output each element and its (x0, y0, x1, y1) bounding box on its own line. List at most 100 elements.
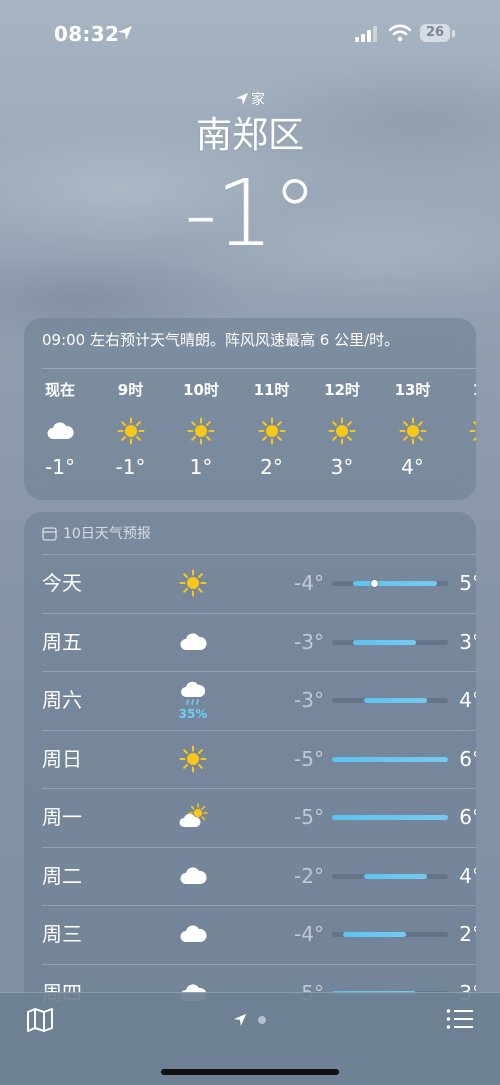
low-temp: -4° (294, 571, 324, 595)
row-divider (42, 846, 476, 848)
temp-range-fill (363, 873, 427, 879)
temp-range-track (332, 815, 448, 820)
current-temp-dot (370, 580, 378, 587)
cellular-signal-icon (355, 26, 377, 42)
home-indicator (161, 1069, 339, 1075)
row-divider (42, 554, 476, 555)
temp-range-fill (332, 815, 448, 820)
sun-icon (162, 730, 224, 788)
temp-range-fill (363, 698, 427, 703)
location-arrow-icon (118, 26, 132, 40)
hourly-item: 9时 -1° (101, 380, 161, 480)
hourly-list[interactable]: 现在 -1°9时 -1°10时 1°11时 2°12时 3°13时 4°14 5 (24, 380, 476, 490)
day-label: 今天 (42, 571, 82, 595)
hour-label: 12时 (324, 381, 360, 399)
hourly-item: 现在 -1° (30, 380, 90, 480)
calendar-icon (42, 527, 57, 541)
daily-row[interactable]: 周六 35% -3° 4° (42, 671, 476, 729)
high-temp: 6° (459, 805, 476, 829)
hourly-item: 11时 2° (242, 380, 302, 480)
daily-row[interactable]: 周日 -5° 6° (42, 729, 476, 788)
day-label: 周日 (42, 746, 82, 771)
hour-label: 现在 (44, 381, 75, 399)
hour-temp: -1° (115, 455, 146, 479)
temp-range-fill (342, 932, 406, 937)
current-location-page-icon[interactable] (233, 1013, 247, 1027)
wifi-icon (389, 24, 411, 42)
location-arrow-icon (235, 92, 249, 106)
sun-icon (453, 414, 476, 448)
low-temp: -3° (294, 629, 324, 654)
hourly-item: 14 5 (453, 380, 476, 480)
current-temperature: -1° (184, 160, 318, 267)
hour-label: 10时 (183, 381, 219, 399)
sun-icon (162, 554, 224, 612)
cloud-icon (162, 847, 224, 905)
daily-forecast-card[interactable]: 10日天气预报 今天 -4° 5° 周五 -3° 3° 周六 35% -3° 4… (24, 512, 476, 1072)
precip-chance: 35% (178, 707, 208, 721)
high-temp: 5° (459, 571, 476, 595)
home-label: 家 (251, 92, 265, 108)
daily-row[interactable]: 周五 -3° 3° (42, 612, 476, 671)
hourly-item: 10时 1° (171, 380, 231, 480)
hourly-forecast-card[interactable]: 09:00 左右预计天气晴朗。阵风风速最高 6 公里/时。 现在 -1° 9时 -… (24, 318, 476, 500)
hour-temp: 1° (189, 455, 213, 479)
hour-temp: 2° (260, 455, 283, 479)
day-label: 周六 (42, 688, 82, 712)
daily-row[interactable]: 周三 -4° 2° (42, 905, 476, 963)
list-icon[interactable] (446, 1008, 474, 1030)
temp-range-track (332, 756, 448, 762)
temp-range-track (332, 698, 448, 703)
hour-temp: 5 (453, 454, 476, 480)
page-dot[interactable] (258, 1016, 266, 1024)
hour-temp: 3° (330, 455, 354, 479)
daily-row[interactable]: 周一 -5° 6° (42, 788, 476, 846)
daily-forecast-title-text: 10日天气预报 (63, 526, 151, 542)
day-label: 周二 (42, 863, 82, 888)
low-temp: -5° (294, 805, 324, 829)
low-temp: -4° (294, 922, 324, 946)
partly-cloudy-icon (162, 788, 224, 846)
weather-summary: 09:00 左右预计天气晴朗。阵风风速最高 6 公里/时。 (42, 331, 400, 349)
cloud-icon (162, 905, 224, 963)
hour-temp: 4° (401, 455, 424, 479)
temp-range-fill (353, 639, 417, 645)
row-divider (42, 612, 476, 614)
low-temp: -5° (294, 746, 324, 771)
high-temp: 4° (459, 688, 476, 712)
row-divider (42, 788, 476, 789)
temp-range-track (332, 932, 448, 937)
sun-icon (312, 414, 372, 448)
temp-range-fill (353, 581, 438, 586)
high-temp: 3° (459, 629, 476, 654)
hour-label: 11时 (253, 381, 290, 399)
battery-icon: 26 (420, 24, 450, 42)
temp-range-track (332, 639, 448, 645)
daily-forecast-title: 10日天气预报 (42, 524, 151, 544)
daily-row[interactable]: 今天 -4° 5° (42, 554, 476, 612)
high-temp: 2° (459, 922, 476, 946)
status-bar: 08:32 26 (0, 0, 500, 66)
sun-icon (383, 414, 443, 448)
hour-label: 13时 (394, 381, 431, 399)
divider (42, 368, 476, 369)
hour-label: 14 (453, 380, 476, 400)
sun-icon (171, 414, 231, 448)
temp-range-track (332, 873, 448, 879)
row-divider (42, 671, 476, 672)
row-divider (42, 963, 476, 965)
day-label: 周五 (42, 629, 82, 654)
city-name: 南郑区 (195, 115, 304, 156)
map-icon[interactable] (26, 1007, 54, 1033)
high-temp: 4° (459, 863, 476, 888)
home-indicator-label: 家 (0, 90, 500, 110)
day-label: 周三 (42, 922, 82, 946)
hourly-item: 13时 4° (383, 380, 443, 480)
cloud-icon (162, 613, 224, 671)
hour-label: 9时 (117, 381, 144, 399)
low-temp: -2° (294, 863, 324, 888)
hourly-item: 12时 3° (312, 380, 372, 480)
high-temp: 6° (459, 746, 476, 771)
cloud-icon (30, 414, 90, 448)
daily-row[interactable]: 周二 -2° 4° (42, 846, 476, 905)
